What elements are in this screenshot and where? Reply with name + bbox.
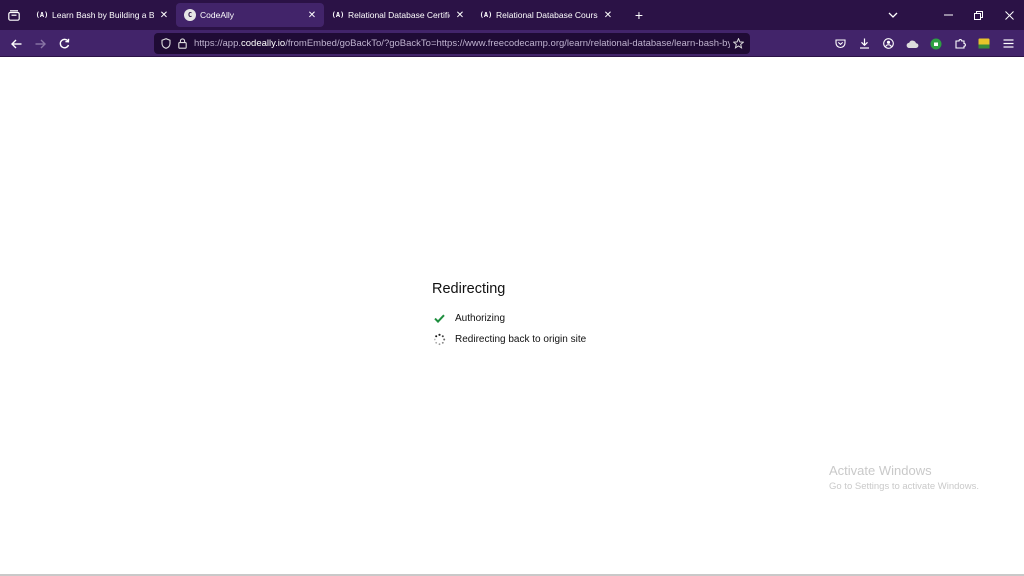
close-icon[interactable]: ✕: [158, 10, 170, 21]
tab-learn-bash[interactable]: (A) Learn Bash by Building a Boilerplate…: [28, 3, 176, 27]
window-close-icon[interactable]: [994, 0, 1024, 30]
step-redirecting: Redirecting back to origin site: [432, 332, 586, 346]
list-all-tabs-chevron-icon[interactable]: [878, 0, 908, 30]
tab-relational-db-cert[interactable]: (A) Relational Database Certification ✕: [324, 3, 472, 27]
restore-icon[interactable]: [963, 0, 993, 30]
account-icon[interactable]: [877, 30, 899, 57]
close-icon[interactable]: ✕: [306, 10, 318, 21]
back-button[interactable]: [5, 30, 27, 57]
navigation-toolbar: https://app.codeally.io/fromEmbed/goBack…: [0, 30, 1024, 57]
pocket-icon[interactable]: [829, 30, 851, 57]
extension-green-icon[interactable]: [925, 30, 947, 57]
tab-codeally[interactable]: C CodeAlly ✕: [176, 3, 324, 27]
freecodecamp-icon: (A): [479, 11, 493, 19]
freecodecamp-icon: (A): [331, 11, 345, 19]
step-label: Redirecting back to origin site: [455, 333, 587, 345]
tab-title: Learn Bash by Building a Boilerplate: [52, 10, 154, 20]
tab-title: Relational Database Certification: [348, 10, 450, 20]
page-title: Redirecting: [432, 281, 506, 297]
freecodecamp-icon: (A): [35, 11, 49, 19]
lock-icon[interactable]: [174, 33, 190, 54]
step-label: Authorizing: [455, 312, 506, 324]
forward-button[interactable]: [29, 30, 51, 57]
step-authorizing: Authorizing: [432, 311, 505, 325]
tab-relational-db-course[interactable]: (A) Relational Database Course – H ✕: [472, 3, 620, 27]
codeally-icon: C: [184, 9, 196, 21]
tab-list-icon[interactable]: [0, 0, 28, 30]
url-text[interactable]: https://app.codeally.io/fromEmbed/goBack…: [194, 38, 730, 49]
extensions-puzzle-icon[interactable]: [949, 30, 971, 57]
close-icon[interactable]: ✕: [602, 10, 614, 21]
loading-spinner-icon: [432, 332, 446, 346]
shield-icon[interactable]: [158, 33, 174, 54]
tab-title: CodeAlly: [200, 10, 235, 20]
hamburger-menu-icon[interactable]: [997, 30, 1019, 57]
close-icon[interactable]: ✕: [454, 10, 466, 21]
page-content: Redirecting Authorizing Redirecting back…: [0, 57, 1024, 576]
downloads-icon[interactable]: [853, 30, 875, 57]
extension-yellow-icon[interactable]: [973, 30, 995, 57]
new-tab-button[interactable]: +: [628, 3, 650, 27]
checkmark-icon: [432, 311, 446, 325]
sync-cloud-icon[interactable]: [901, 30, 923, 57]
tab-strip: (A) Learn Bash by Building a Boilerplate…: [0, 0, 1024, 30]
watermark-subtext: Go to Settings to activate Windows.: [829, 481, 979, 492]
reload-button[interactable]: [53, 30, 75, 57]
watermark-heading: Activate Windows: [829, 463, 932, 478]
address-bar[interactable]: https://app.codeally.io/fromEmbed/goBack…: [154, 33, 750, 54]
tab-title: Relational Database Course – H: [496, 10, 598, 20]
bookmark-star-icon[interactable]: [730, 33, 746, 54]
activate-windows-watermark: Activate Windows Go to Settings to activ…: [829, 463, 979, 492]
minimize-icon[interactable]: [933, 0, 963, 30]
